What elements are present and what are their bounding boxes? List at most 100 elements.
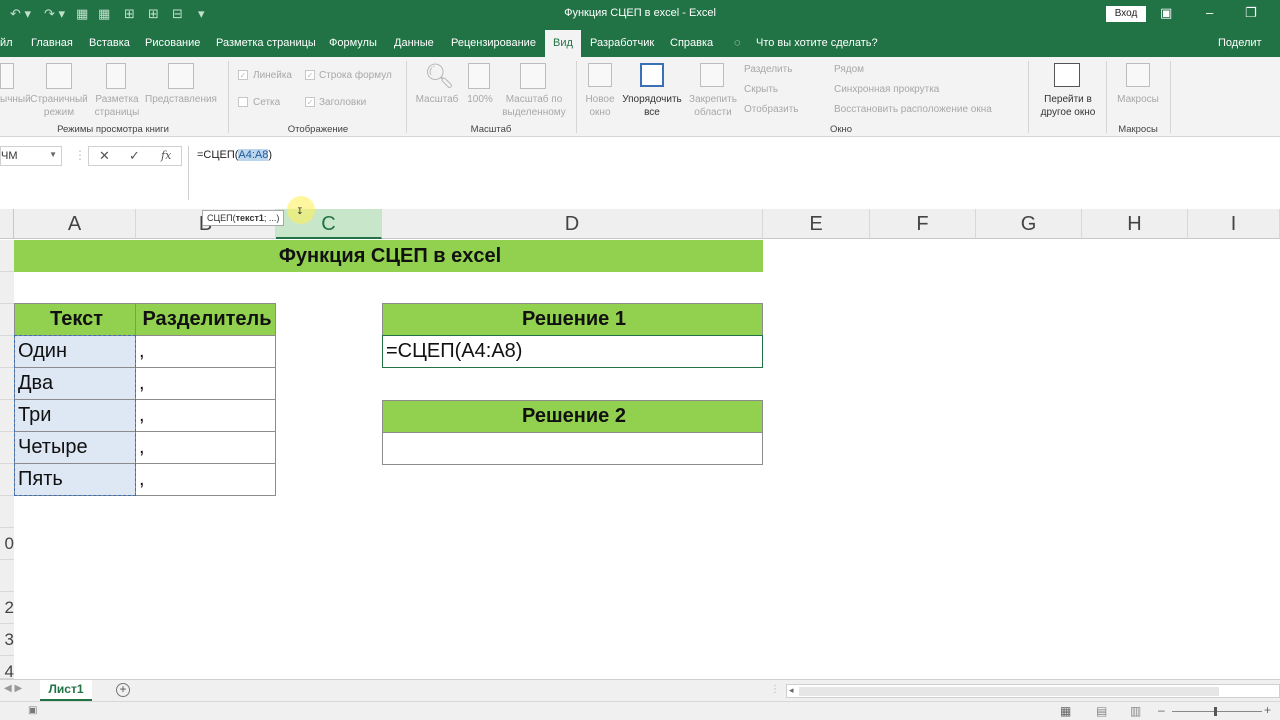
select-all-corner[interactable] bbox=[0, 209, 14, 239]
header-text[interactable]: Текст bbox=[14, 303, 136, 336]
normal-view-status-icon[interactable]: ▦ bbox=[1060, 704, 1071, 718]
column-header-g[interactable]: G bbox=[976, 209, 1082, 239]
sync-scroll-button[interactable]: Синхронная прокрутка bbox=[834, 83, 939, 96]
custom-views-button[interactable]: Представления bbox=[142, 93, 220, 106]
tab-home[interactable]: Главная bbox=[31, 37, 73, 49]
solution1-cell[interactable]: =СЦЕП(A4:A8) bbox=[382, 335, 763, 368]
arrange-all-button[interactable]: Упорядочить все bbox=[618, 93, 686, 119]
scrollbar-thumb[interactable] bbox=[799, 687, 1219, 696]
unhide-button[interactable]: Отобразить bbox=[744, 103, 799, 116]
reset-position-button[interactable]: Восстановить расположение окна bbox=[834, 103, 992, 116]
switch-windows-button[interactable]: Перейти в другое окно bbox=[1032, 93, 1104, 119]
row-header[interactable] bbox=[0, 464, 14, 496]
column-header-h[interactable]: H bbox=[1082, 209, 1188, 239]
row-header[interactable] bbox=[0, 400, 14, 432]
zoom-100-button[interactable]: 100% bbox=[464, 93, 496, 106]
sheet-scroll-icon[interactable]: ◀ ▶ bbox=[4, 683, 22, 694]
separator-cell[interactable]: , bbox=[135, 463, 276, 496]
splitter-icon[interactable]: ⋮ bbox=[770, 684, 780, 695]
separator-cell[interactable]: , bbox=[135, 367, 276, 400]
column-header-f[interactable]: F bbox=[870, 209, 976, 239]
row-header[interactable] bbox=[0, 336, 14, 368]
tab-data[interactable]: Данные bbox=[394, 37, 434, 49]
text-cell[interactable]: Четыре bbox=[14, 431, 136, 464]
share-button[interactable]: Поделит bbox=[1218, 37, 1262, 49]
add-sheet-button[interactable]: + bbox=[116, 683, 130, 697]
tab-insert[interactable]: Вставка bbox=[89, 37, 130, 49]
page-break-button[interactable]: Разметка страницы bbox=[92, 93, 142, 119]
zoom-slider-thumb[interactable] bbox=[1214, 707, 1217, 716]
tab-formulas[interactable]: Формулы bbox=[329, 37, 377, 49]
gridlines-checkbox[interactable] bbox=[238, 97, 248, 107]
minimize-button[interactable]: – bbox=[1206, 5, 1213, 20]
tell-me-search[interactable]: Что вы хотите сделать? bbox=[756, 37, 878, 49]
zoom-slider[interactable] bbox=[1172, 711, 1262, 712]
formula-input[interactable]: =СЦЕП(A4:A8) bbox=[188, 146, 1280, 200]
macro-record-icon[interactable]: ▣ bbox=[28, 705, 37, 716]
split-button[interactable]: Разделить bbox=[744, 63, 792, 76]
ribbon-display-icon[interactable]: ▣ bbox=[1160, 5, 1172, 21]
tab-draw[interactable]: Рисование bbox=[145, 37, 200, 49]
tab-developer[interactable]: Разработчик bbox=[590, 37, 654, 49]
row-header[interactable] bbox=[0, 272, 14, 304]
sheet-tab-active[interactable]: Лист1 bbox=[40, 680, 92, 701]
tab-review[interactable]: Рецензирование bbox=[451, 37, 536, 49]
macros-button[interactable]: Макросы bbox=[1110, 93, 1166, 106]
freeze-panes-button[interactable]: Закрепить области bbox=[686, 93, 740, 119]
cancel-icon[interactable]: ✕ bbox=[99, 148, 110, 164]
row-header[interactable] bbox=[0, 560, 14, 592]
row-header[interactable] bbox=[0, 240, 14, 272]
title-banner[interactable]: Функция СЦЕП в excel bbox=[14, 240, 763, 272]
separator-cell[interactable]: , bbox=[135, 399, 276, 432]
new-window-button[interactable]: Новое окно bbox=[580, 93, 620, 119]
headings-checkbox[interactable]: ✓ bbox=[305, 97, 315, 107]
tab-help[interactable]: Справка bbox=[670, 37, 713, 49]
zoom-selection-button[interactable]: Масштаб по выделенному bbox=[498, 93, 570, 119]
column-header-d[interactable]: D bbox=[382, 209, 763, 239]
text-cell[interactable]: Пять bbox=[14, 463, 136, 496]
text-cell[interactable]: Один bbox=[14, 335, 136, 368]
solution2-header[interactable]: Решение 2 bbox=[382, 400, 763, 433]
scroll-left-icon[interactable]: ◂ bbox=[789, 685, 794, 696]
zoom-out-icon[interactable]: – bbox=[1158, 703, 1165, 717]
row-header[interactable] bbox=[0, 432, 14, 464]
header-separator[interactable]: Разделитель bbox=[135, 303, 276, 336]
zoom-in-icon[interactable]: + bbox=[1264, 703, 1271, 717]
normal-view-button[interactable]: ычный bbox=[0, 93, 31, 106]
insert-function-button[interactable]: fx bbox=[161, 149, 171, 162]
ruler-checkbox[interactable]: ✓ bbox=[238, 70, 248, 80]
enter-icon[interactable]: ✓ bbox=[129, 148, 140, 164]
chevron-down-icon[interactable]: ▼ bbox=[49, 150, 57, 159]
zoom-button[interactable]: Масштаб bbox=[412, 93, 462, 106]
row-header[interactable]: 4 bbox=[0, 656, 14, 679]
separator-cell[interactable]: , bbox=[135, 431, 276, 464]
side-by-side-button[interactable]: Рядом bbox=[834, 63, 864, 76]
restore-button[interactable]: ❐ bbox=[1245, 5, 1257, 21]
row-header[interactable]: 0 bbox=[0, 528, 14, 560]
text-cell[interactable]: Два bbox=[14, 367, 136, 400]
page-layout-button[interactable]: Страничный режим bbox=[28, 93, 90, 119]
row-header[interactable]: 2 bbox=[0, 592, 14, 624]
page-break-status-icon[interactable]: ▥ bbox=[1130, 704, 1141, 718]
horizontal-scrollbar[interactable]: ◂ bbox=[786, 684, 1280, 698]
function-tooltip[interactable]: СЦЕП(текст1; ...) bbox=[202, 210, 285, 226]
column-header-a[interactable]: A bbox=[14, 209, 136, 239]
worksheet-grid[interactable]: A B C D E F G H I 0 2 3 4 Функция СЦЕП в… bbox=[0, 209, 1280, 679]
text-cell[interactable]: Три bbox=[14, 399, 136, 432]
page-layout-status-icon[interactable]: ▤ bbox=[1096, 704, 1107, 718]
separator-cell[interactable]: , bbox=[135, 335, 276, 368]
formula-bar-checkbox[interactable]: ✓ bbox=[305, 70, 315, 80]
solution1-header[interactable]: Решение 1 bbox=[382, 303, 763, 336]
row-header[interactable] bbox=[0, 368, 14, 400]
login-button[interactable]: Вход bbox=[1106, 6, 1146, 22]
solution2-cell[interactable] bbox=[382, 432, 763, 465]
column-header-e[interactable]: E bbox=[763, 209, 870, 239]
hide-button[interactable]: Скрыть bbox=[744, 83, 778, 96]
row-header[interactable]: 3 bbox=[0, 624, 14, 656]
tab-page-layout[interactable]: Разметка страницы bbox=[216, 37, 316, 49]
name-box[interactable]: ЧМ ▼ bbox=[0, 146, 62, 166]
row-header[interactable] bbox=[0, 304, 14, 336]
column-header-i[interactable]: I bbox=[1188, 209, 1280, 239]
row-header[interactable] bbox=[0, 496, 14, 528]
tab-view[interactable]: Вид bbox=[545, 30, 581, 57]
